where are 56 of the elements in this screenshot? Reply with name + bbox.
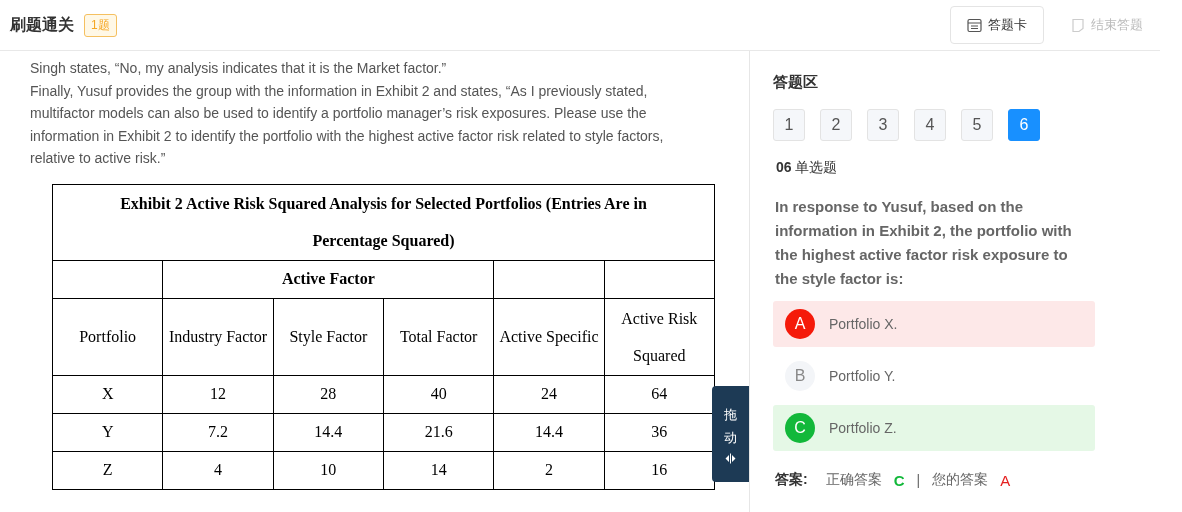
count-badge: 1题 (84, 13, 117, 37)
table-cell: Z (52, 451, 163, 489)
drag-handle[interactable]: 拖动 (712, 386, 749, 482)
question-number[interactable]: 2 (820, 109, 852, 141)
table-cell: X (52, 375, 163, 413)
table-header: Active Risk Squared (604, 298, 715, 375)
table-header: Portfolio (52, 298, 163, 375)
option-letter: A (785, 309, 815, 339)
table-header: Industry Factor (162, 298, 274, 375)
table-cell: 14.4 (493, 413, 605, 451)
answer-option[interactable]: C Portfolio Z. (773, 405, 1095, 451)
question-number[interactable]: 3 (867, 109, 899, 141)
question-text: In response to Yusuf, based on the information in Exhibit 2, the portfolio with the highest active factor risk exposure to the style factor is: (775, 197, 1073, 289)
page-title: 刷题通关 (10, 14, 74, 35)
table-cell: 24 (493, 375, 605, 413)
table-header: Style Factor (273, 298, 384, 375)
question-number-label: 06 (776, 159, 792, 175)
grid-icon (967, 17, 982, 33)
correct-answer-label: 正确答案 (825, 471, 882, 489)
table-cell: 4 (162, 451, 274, 489)
table-cell: 2 (493, 451, 605, 489)
table-cell: Y (52, 413, 163, 451)
table-cell: 14 (383, 451, 494, 489)
table-header: Total Factor (383, 298, 494, 375)
table-header: Active Specific (493, 298, 605, 375)
table-cell: 7.2 (162, 413, 274, 451)
answer-card-button[interactable]: 答题卡 (950, 6, 1044, 44)
table-cell: 40 (383, 375, 494, 413)
passage-paragraph: Finally, Yusuf provides the group with the information in Exhibit 2 and states, “As I previously stated, multifactor models can also be used to identify a portfolio manager’s risk exposures. Please use the information in Exhibit 2 to identify the portfolio with the highest active factor risk related to style factors, relative to active risk.” (30, 81, 665, 168)
table-header: Active Factor (162, 260, 494, 298)
option-text: Portfolio X. (829, 316, 898, 332)
passage-paragraph: Singh states, “No, my analysis indicates that it is the Market factor.” (30, 59, 448, 78)
option-text: Portfolio Y. (829, 368, 896, 384)
section-title: 答题区 (773, 73, 819, 92)
your-answer-label: 您的答案 (932, 471, 989, 489)
your-answer: A (1000, 471, 1011, 489)
bookmark-icon (1071, 17, 1085, 33)
table-cell: 12 (162, 375, 274, 413)
table-cell: 28 (273, 375, 384, 413)
option-letter: B (785, 361, 815, 391)
answer-option[interactable]: A Portfolio X. (773, 301, 1095, 347)
option-text: Portfolio Z. (829, 420, 897, 436)
question-number[interactable]: 4 (914, 109, 946, 141)
resize-icon (725, 452, 736, 464)
table-caption: Exhibit 2 Active Risk Squared Analysis for Selected Portfolios (Entries Are in Percentage Squared) (52, 184, 715, 260)
table-cell: 10 (273, 451, 384, 489)
question-type: 单选题 (795, 159, 838, 175)
option-letter: C (785, 413, 815, 443)
separator: | (916, 472, 921, 488)
table-cell: 14.4 (273, 413, 384, 451)
answer-label: 答案: (775, 471, 808, 489)
question-number[interactable]: 1 (773, 109, 805, 141)
table-cell: 21.6 (383, 413, 494, 451)
correct-answer: C (893, 471, 905, 489)
question-number[interactable]: 5 (961, 109, 993, 141)
answer-option[interactable]: B Portfolio Y. (773, 353, 1095, 399)
